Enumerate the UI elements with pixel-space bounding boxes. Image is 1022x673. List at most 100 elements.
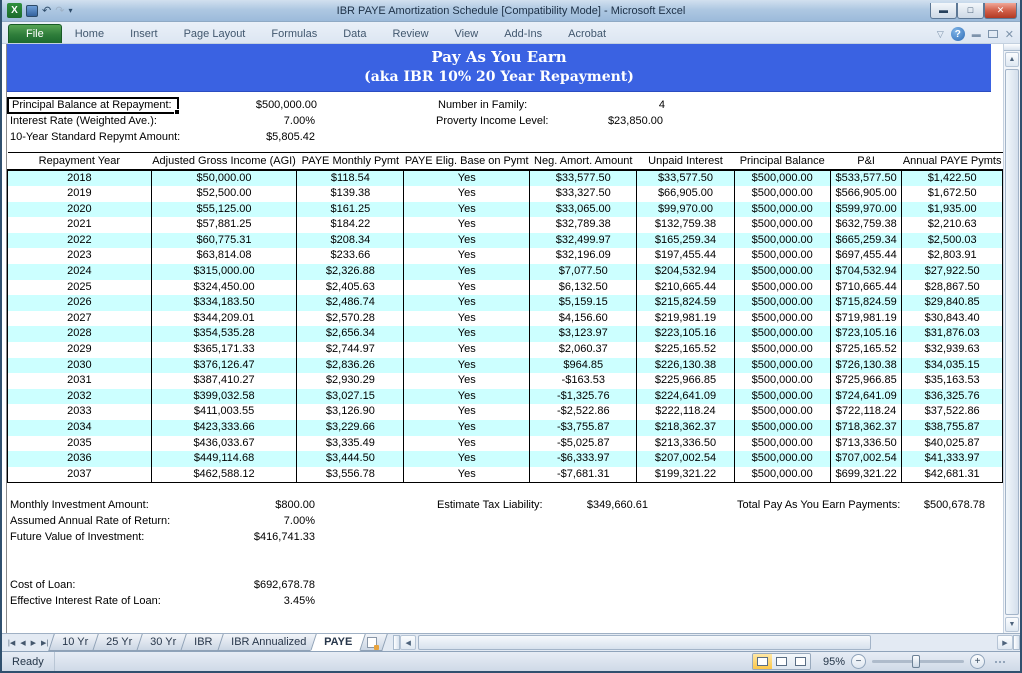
cell[interactable]: 2029 xyxy=(8,342,152,358)
minimize-button[interactable]: ▬ xyxy=(930,3,957,19)
column-header[interactable]: Annual PAYE Pymts xyxy=(902,153,1003,170)
cell[interactable]: 2033 xyxy=(8,404,152,420)
cell[interactable]: Yes xyxy=(404,217,530,233)
cell[interactable]: Yes xyxy=(404,436,530,452)
cell[interactable]: $2,570.28 xyxy=(297,311,404,327)
summary-value[interactable]: 7.00% xyxy=(237,515,315,527)
cell[interactable]: $33,577.50 xyxy=(530,170,637,187)
summary-value[interactable]: $500,678.78 xyxy=(892,499,985,511)
save-icon[interactable] xyxy=(26,5,38,17)
cell[interactable]: $2,656.34 xyxy=(297,326,404,342)
summary-value[interactable]: 3.45% xyxy=(237,595,315,607)
cell[interactable]: $224,641.09 xyxy=(637,389,734,405)
summary-label[interactable]: Total Pay As You Earn Payments: xyxy=(734,499,892,511)
column-header[interactable]: Principal Balance xyxy=(734,153,830,170)
cell[interactable]: Yes xyxy=(404,186,530,202)
cell[interactable]: $2,803.91 xyxy=(902,248,1003,264)
cell[interactable]: Yes xyxy=(404,248,530,264)
cell[interactable]: $365,171.33 xyxy=(151,342,297,358)
ribbon-tab-home[interactable]: Home xyxy=(62,24,117,43)
zoom-level[interactable]: 95% xyxy=(817,656,845,668)
zoom-slider[interactable] xyxy=(872,660,964,663)
cell[interactable]: $60,775.31 xyxy=(151,233,297,249)
cell[interactable]: $32,499.97 xyxy=(530,233,637,249)
ribbon-tab-page-layout[interactable]: Page Layout xyxy=(171,24,259,43)
summary-value[interactable]: $416,741.33 xyxy=(237,531,315,543)
zoom-in-button[interactable]: + xyxy=(970,654,985,669)
next-sheet-icon[interactable]: ▶ xyxy=(29,639,38,647)
cell[interactable]: $222,118.24 xyxy=(637,404,734,420)
cell[interactable]: Yes xyxy=(404,420,530,436)
info-label[interactable]: 10-Year Standard Repymt Amount: xyxy=(7,131,237,143)
info-label[interactable]: Principal Balance at Repayment: xyxy=(9,99,172,111)
cell[interactable]: 2026 xyxy=(8,295,152,311)
cell[interactable]: $632,759.38 xyxy=(830,217,901,233)
page-layout-view-button[interactable] xyxy=(772,654,791,669)
banner-subtitle[interactable]: (aka IBR 10% 20 Year Repayment) xyxy=(7,68,991,87)
cell[interactable]: -$163.53 xyxy=(530,373,637,389)
split-handle[interactable] xyxy=(1004,44,1020,51)
cell[interactable]: $964.85 xyxy=(530,358,637,374)
cell[interactable]: $33,327.50 xyxy=(530,186,637,202)
workbook-minimize-icon[interactable]: ▬ xyxy=(972,29,981,39)
cell[interactable]: $99,970.00 xyxy=(637,202,734,218)
cell[interactable]: $29,840.85 xyxy=(902,295,1003,311)
cell[interactable]: $208.34 xyxy=(297,233,404,249)
cell[interactable]: $376,126.47 xyxy=(151,358,297,374)
info-value[interactable]: $500,000.00 xyxy=(179,99,317,111)
ribbon-tab-review[interactable]: Review xyxy=(379,24,441,43)
ribbon-tab-insert[interactable]: Insert xyxy=(117,24,171,43)
cell[interactable]: -$1,325.76 xyxy=(530,389,637,405)
cell[interactable]: $533,577.50 xyxy=(830,170,901,187)
cell[interactable]: $66,905.00 xyxy=(637,186,734,202)
cell[interactable]: -$3,755.87 xyxy=(530,420,637,436)
column-header[interactable]: PAYE Elig. Base on Pymt xyxy=(404,153,530,170)
cell[interactable]: $500,000.00 xyxy=(734,248,830,264)
cell[interactable]: $223,105.16 xyxy=(637,326,734,342)
cell[interactable]: Yes xyxy=(404,326,530,342)
cell[interactable]: $710,665.44 xyxy=(830,280,901,296)
scroll-left-icon[interactable]: ◀ xyxy=(400,635,416,650)
cell[interactable]: $118.54 xyxy=(297,170,404,187)
cell[interactable]: Yes xyxy=(404,311,530,327)
cell[interactable]: $218,362.37 xyxy=(637,420,734,436)
column-header[interactable]: Repayment Year xyxy=(8,153,152,170)
cell[interactable]: $161.25 xyxy=(297,202,404,218)
page-break-view-button[interactable] xyxy=(791,654,810,669)
sheet-tab-paye[interactable]: PAYE xyxy=(310,634,366,651)
cell[interactable]: $132,759.38 xyxy=(637,217,734,233)
cell[interactable]: $31,876.03 xyxy=(902,326,1003,342)
cell[interactable]: $34,035.15 xyxy=(902,358,1003,374)
resize-grip[interactable] xyxy=(995,661,1006,663)
summary-value[interactable]: $692,678.78 xyxy=(237,579,315,591)
cell[interactable]: $38,755.87 xyxy=(902,420,1003,436)
info-value[interactable]: $5,805.42 xyxy=(237,131,315,143)
cell[interactable]: $210,665.44 xyxy=(637,280,734,296)
info-label[interactable]: Interest Rate (Weighted Ave.): xyxy=(7,115,237,127)
cell[interactable]: $3,027.15 xyxy=(297,389,404,405)
last-sheet-icon[interactable]: ▶| xyxy=(39,639,50,647)
cell[interactable]: 2018 xyxy=(8,170,152,187)
split-handle[interactable] xyxy=(393,635,400,650)
normal-view-button[interactable] xyxy=(753,654,772,669)
undo-icon[interactable]: ↶ xyxy=(42,4,51,18)
cell[interactable]: $500,000.00 xyxy=(734,373,830,389)
cell[interactable]: $722,118.24 xyxy=(830,404,901,420)
collapse-ribbon-icon[interactable]: ▽ xyxy=(937,29,944,40)
cell[interactable]: $500,000.00 xyxy=(734,186,830,202)
cell[interactable]: Yes xyxy=(404,295,530,311)
summary-label[interactable]: Future Value of Investment: xyxy=(7,531,237,543)
cell[interactable]: $215,824.59 xyxy=(637,295,734,311)
worksheet[interactable]: Pay As You Earn (aka IBR 10% 20 Year Rep… xyxy=(6,44,1003,633)
cell[interactable]: $40,025.87 xyxy=(902,436,1003,452)
cell[interactable]: $665,259.34 xyxy=(830,233,901,249)
cell[interactable]: $207,002.54 xyxy=(637,451,734,467)
vertical-scroll-track[interactable] xyxy=(1005,68,1019,616)
file-tab[interactable]: File xyxy=(8,24,62,43)
info-label[interactable]: Number in Family: xyxy=(435,99,563,111)
info-value[interactable]: 4 xyxy=(563,99,665,111)
sheet-title-banner[interactable]: Pay As You Earn (aka IBR 10% 20 Year Rep… xyxy=(7,44,991,92)
cell[interactable]: Yes xyxy=(404,342,530,358)
summary-label[interactable]: Assumed Annual Rate of Return: xyxy=(7,515,237,527)
cell[interactable]: $500,000.00 xyxy=(734,420,830,436)
